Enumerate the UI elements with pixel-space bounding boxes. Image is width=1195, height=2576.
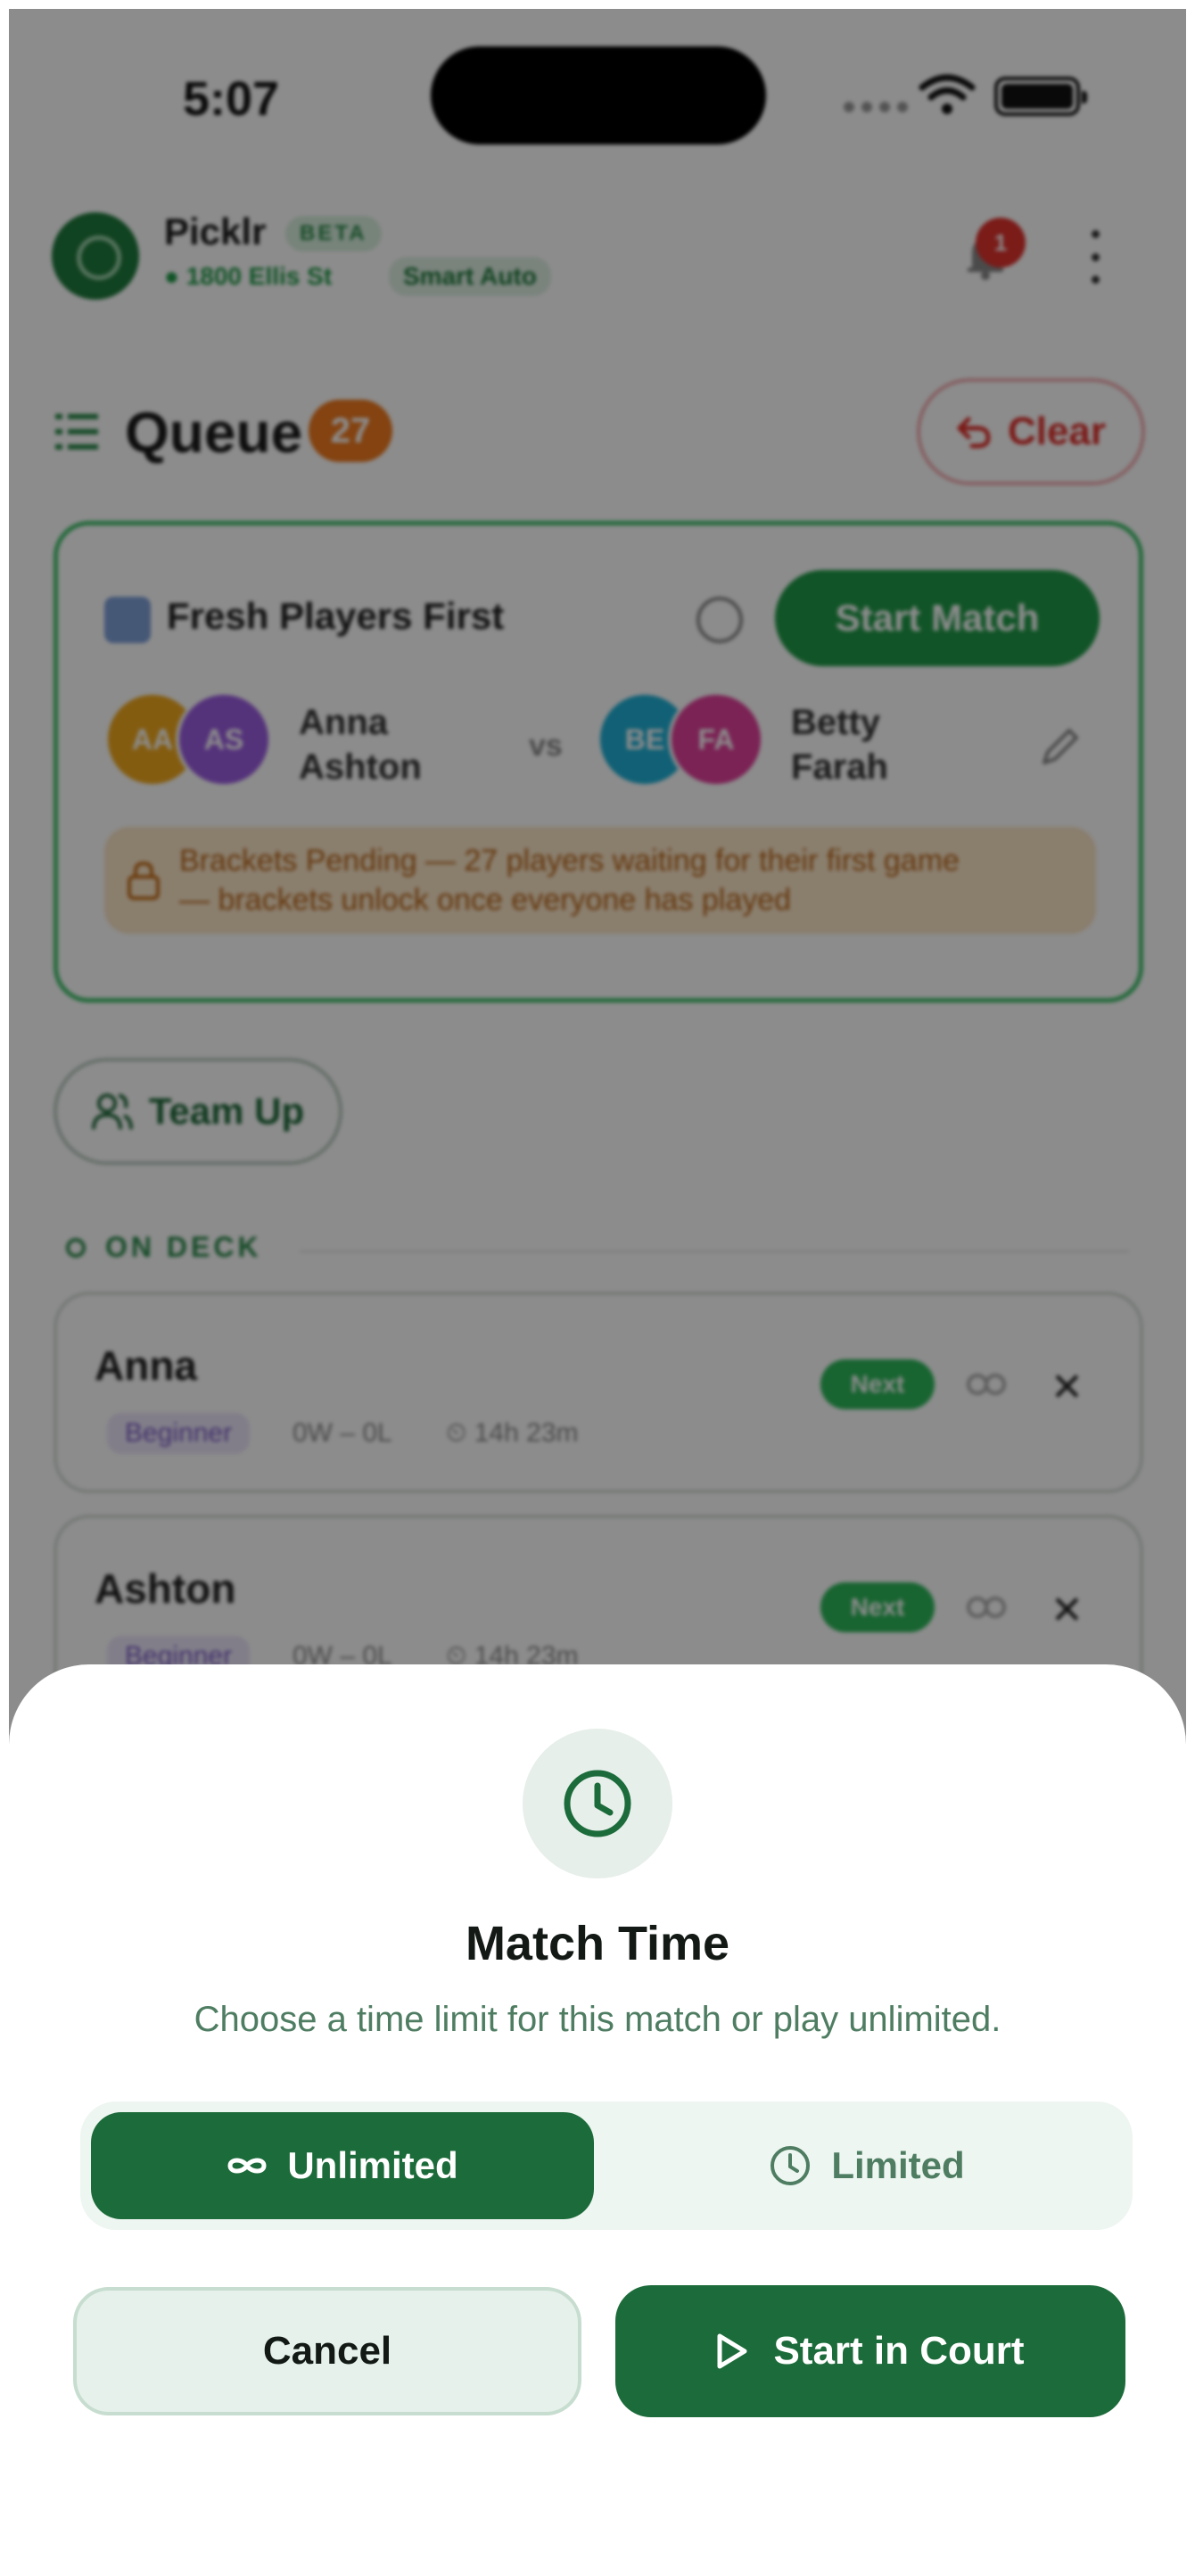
clock-icon [771, 2146, 811, 2185]
infinity-icon [227, 2158, 267, 2174]
match-time-sheet: Match Time Choose a time limit for this … [9, 1664, 1186, 2576]
sheet-subtitle: Choose a time limit for this match or pl… [194, 2000, 1001, 2039]
limited-label: Limited [831, 2144, 965, 2186]
start-in-court-button[interactable]: Start in Court [615, 2285, 1125, 2417]
unlimited-label: Unlimited [287, 2144, 458, 2186]
cancel-button[interactable]: Cancel [73, 2287, 581, 2415]
unlimited-option[interactable]: Unlimited [91, 2112, 594, 2219]
sheet-icon-container [523, 1729, 672, 1878]
play-icon [717, 2333, 747, 2369]
sheet-title: Match Time [465, 1917, 730, 1970]
app-screen: 5:07 Picklr BETA ● 1800 Ellis St Smart A… [0, 0, 1195, 2576]
time-mode-segmented-control: Unlimited Limited [80, 2101, 1133, 2230]
start-in-court-label: Start in Court [773, 2329, 1025, 2373]
limited-option[interactable]: Limited [612, 2112, 1122, 2219]
clock-icon [564, 1770, 631, 1837]
